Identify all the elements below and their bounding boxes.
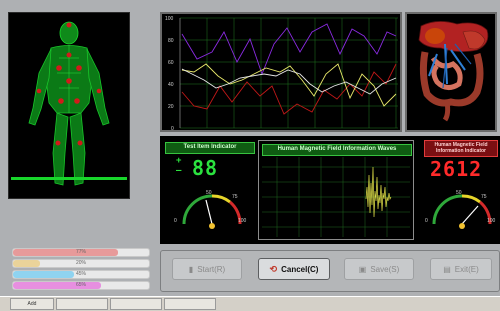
magnetic-gauge: 0 50 75 100: [424, 188, 500, 234]
cancel-icon: ⟲: [269, 263, 278, 274]
gauge-tick: 50: [456, 190, 462, 196]
y-tick: 80: [168, 38, 174, 44]
waves-panel: Human Magnetic Field Information Waves: [258, 140, 414, 240]
test-item-gauge: 0 50 75 100: [172, 188, 252, 234]
gauge-tick: 0: [425, 218, 428, 224]
y-tick: 40: [168, 82, 174, 88]
exit-label: Exit(E): [454, 264, 479, 274]
progress-label: 77%: [75, 249, 86, 255]
human-body-figure: [11, 21, 127, 186]
start-icon: ▮: [188, 264, 194, 274]
multi-series-line-chart: 100 80 60 40 20 0: [165, 16, 398, 132]
y-tick: 100: [165, 16, 174, 22]
progress-bar-3: 45%: [12, 270, 150, 279]
body-scan-panel: [8, 12, 130, 199]
gauge-tick: 100: [238, 218, 247, 224]
test-item-title: Test Item Indicator: [165, 142, 255, 154]
save-button[interactable]: ▣ Save(S): [344, 258, 414, 280]
start-button[interactable]: ▮ Start(R): [172, 258, 242, 280]
taskbar-tab-add[interactable]: Add: [10, 298, 54, 310]
progress-bar-2: 20%: [12, 259, 150, 268]
magnetic-title: Human Magnetic Field Information Indicat…: [424, 140, 498, 157]
save-icon: ▣: [358, 264, 367, 274]
progress-label: 65%: [75, 282, 86, 288]
y-tick: 20: [168, 104, 174, 110]
exit-button[interactable]: ▤ Exit(E): [430, 258, 492, 280]
digestive-organs-image: [418, 21, 489, 122]
taskbar-tab[interactable]: [110, 298, 162, 310]
y-tick: 0: [171, 126, 174, 130]
gauge-dial: 0 50 75 100: [425, 190, 496, 229]
progress-label: 45%: [75, 271, 86, 277]
test-item-display: + — 88: [176, 156, 246, 180]
progress-label: 20%: [75, 260, 86, 266]
gauge-tick: 75: [232, 194, 238, 200]
progress-bar-4: 65%: [12, 281, 150, 290]
gauge-dial: 0 50 75 100: [174, 190, 247, 229]
gauge-tick: 0: [174, 218, 177, 224]
exit-icon: ▤: [443, 264, 451, 274]
save-label: Save(S): [370, 264, 400, 274]
series-white: [181, 68, 397, 95]
gauge-tick: 50: [206, 190, 212, 196]
progress-bar-1: 77%: [12, 248, 150, 257]
taskbar-tab[interactable]: [56, 298, 108, 310]
waves-graph: [262, 157, 410, 237]
cancel-label: Cancel(C): [281, 264, 319, 274]
chart-grid: [180, 17, 398, 129]
magnetic-value: 2612: [430, 157, 483, 181]
y-axis-labels: 100 80 60 40 20 0: [165, 16, 174, 132]
gauge-tick: 75: [481, 194, 487, 200]
y-tick: 60: [168, 60, 174, 66]
taskbar-tab[interactable]: [164, 298, 216, 310]
gauge-tick: 100: [487, 218, 496, 224]
plus-sign: +: [176, 156, 183, 166]
waves-title: Human Magnetic Field Information Waves: [262, 144, 412, 156]
start-label: Start(R): [197, 264, 226, 274]
cancel-button[interactable]: ⟲ Cancel(C): [258, 258, 330, 280]
test-item-value: 88: [192, 156, 219, 180]
organ-image-panel: [405, 12, 497, 132]
minus-sign: —: [176, 166, 183, 176]
line-chart-panel: 100 80 60 40 20 0: [160, 12, 402, 132]
